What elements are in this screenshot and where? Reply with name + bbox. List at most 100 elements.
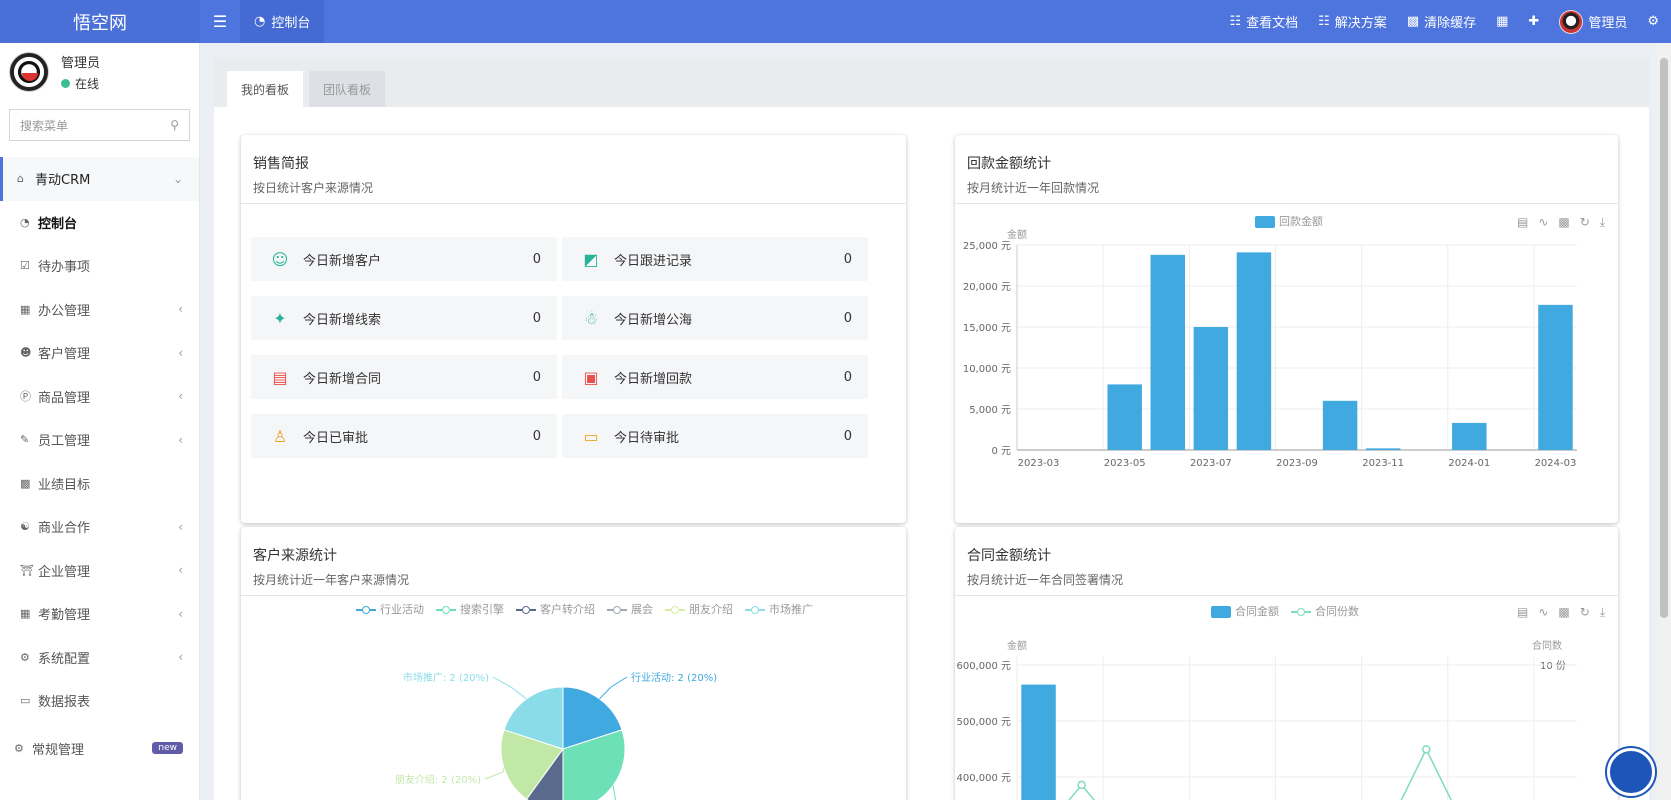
source-panel: 客户来源统计 按月统计近一年客户来源情况 行业活动 搜索引擎 客户转介绍 展会 朋友介绍… [241,527,906,800]
sidebar-item-dashboard[interactable]: ◔ 控制台 [0,201,199,245]
chevron-left-icon: ‹ [178,389,183,404]
contract-panel: 合同金额统计 按月统计近一年合同签署情况 合同金额 合同份数 ▤ ∿ ▩ ↻ ⤓… [955,527,1618,800]
stat-value: 0 [532,310,541,326]
search-input[interactable]: 搜索菜单 ⚲ [9,109,190,141]
chevron-left-icon: ‹ [178,606,183,621]
bar [1236,252,1272,450]
refresh-icon[interactable]: ↻ [1580,605,1590,620]
stat-label: 今日已审批 [303,430,369,446]
chevron-left-icon: ‹ [178,302,183,317]
legend-item[interactable]: 市场推广 [745,601,813,617]
followup-icon: ◩ [583,249,599,269]
stat-card: ☃ 今日新增公海 0 [562,296,868,340]
x-tick-label: 2024-01 [1448,458,1490,469]
sidebar-item-attendance[interactable]: ▦ 考勤管理 ‹ [0,592,199,636]
legend-item[interactable]: 搜索引擎 [436,601,504,617]
user-panel: 管理员 在线 [0,43,199,101]
clear-cache-link[interactable]: ▩ 清除缓存 [1397,0,1486,43]
legend-swatch [356,606,376,614]
x-tick-label: 2023-11 [1362,458,1404,469]
legend-item[interactable]: 合同金额 [1211,603,1279,619]
sidebar-item-system[interactable]: ⚙ 系统配置 ‹ [0,636,199,680]
data-view-icon[interactable]: ▤ [1517,605,1528,620]
legend-label: 搜索引擎 [460,603,504,616]
bank-icon: ⛩ [20,563,34,577]
sidebar-item-office[interactable]: ▦ 办公管理 ‹ [0,288,199,332]
count-point [1077,780,1086,790]
panel-subtitle: 按月统计近一年回款情况 [967,181,1100,195]
solutions-link[interactable]: ☷ 解决方案 [1308,0,1397,43]
sidebar-item-enterprise[interactable]: ⛩ 企业管理 ‹ [0,549,199,593]
sidebar-item-staff[interactable]: ✎ 员工管理 ‹ [0,418,199,462]
sidebar-item-todo[interactable]: ☑ 待办事项 [0,244,199,288]
sitemap-icon: ☷ [1229,14,1242,29]
legend-item[interactable]: 展会 [607,601,653,617]
tab-my-board[interactable]: 我的看板 [227,71,304,107]
y-axis-label: 金额 [1007,639,1027,652]
chevron-left-icon: ‹ [178,563,183,578]
fullscreen-icon[interactable]: ✚ [1518,0,1549,43]
pie-label-line [492,676,527,700]
settings-gears-icon[interactable]: ⚙ [1637,0,1671,43]
search-icon[interactable]: ⚲ [170,118,179,132]
sidebar-item-reports[interactable]: ▭ 数据报表 [0,679,199,723]
x-tick-label: 2023-05 [1104,458,1146,469]
stat-label: 今日待审批 [614,430,680,446]
chevron-down-icon: ⌄ [172,171,183,186]
pie-label: 行业活动: 2 (20%) [631,671,717,684]
chart-legend[interactable]: 合同金额 合同份数 [1211,603,1359,619]
legend-swatch [607,606,627,614]
legend-swatch [516,606,536,614]
stat-label: 今日新增回款 [614,371,693,387]
x-tick-label: 2023-03 [1018,458,1060,469]
sidebar-item-products[interactable]: Ⓟ 商品管理 ‹ [0,375,199,419]
contract-icon: ▤ [272,367,288,387]
user-status: 在线 [61,75,100,92]
pie-label: 朋友介绍: 2 (20%) [395,773,481,786]
scrollbar-thumb[interactable] [1660,58,1668,618]
bar [1452,422,1487,450]
page-scrollbar[interactable] [1657,43,1671,800]
sidebar-item-general[interactable]: ⚙ 常规管理 new [0,727,199,771]
y-tick-label: 25,000 元 [963,241,1011,252]
avatar [9,52,49,92]
tab-team-board[interactable]: 团队看板 [309,71,386,107]
stat-label: 今日新增客户 [303,253,382,269]
brush-icon: ✎ [20,433,30,447]
legend-swatch [1291,608,1311,616]
divider [955,203,1618,204]
user-menu[interactable]: 管理员 [1549,0,1637,43]
top-tab-dashboard[interactable]: ◔ 控制台 [240,0,325,43]
legend-item[interactable]: 客户转介绍 [516,601,595,617]
download-icon[interactable]: ⤓ [1600,605,1605,620]
brand-logo[interactable]: 悟空网 [0,0,200,43]
sidebar-item-crm[interactable]: ⌂ 青动CRM ⌄ [0,157,199,201]
contract-combo-chart: 金额 合同数 10 份 400,000 元 500,000 元 600,000 元 [956,639,1577,800]
x-tick-label: 2023-09 [1276,458,1318,469]
stat-value: 0 [843,310,852,326]
docs-link[interactable]: ☷ 查看文档 [1219,0,1308,43]
divider [241,203,906,204]
chart-legend[interactable]: 行业活动 搜索引擎 客户转介绍 展会 朋友介绍 市场推广 [356,601,813,617]
sidebar-item-customers[interactable]: ☻ 客户管理 ‹ [0,331,199,375]
sidebar-item-targets[interactable]: ▩ 业绩目标 [0,462,199,506]
legend-label: 市场推广 [769,603,813,616]
chart-toolbox: ▤ ∿ ▩ ↻ ⤓ [1517,605,1605,620]
sidebar-item-cooperation[interactable]: ☯ 商业合作 ‹ [0,505,199,549]
panel-subtitle: 按月统计近一年合同签署情况 [967,573,1124,587]
legend-item[interactable]: 朋友介绍 [665,601,733,617]
bar-chart-icon[interactable]: ▩ [1558,605,1569,620]
menu-toggle-icon[interactable]: ☰ [200,0,240,43]
handshake-icon: ☯ [20,520,30,534]
legend-swatch [665,606,685,614]
divider [241,595,906,596]
pie-label: 市场推广: 2 (20%) [403,671,489,684]
product-icon: Ⓟ [20,390,31,404]
translate-icon[interactable]: ▦ [1486,0,1518,43]
pin-icon: ✦ [273,308,287,328]
laptop-icon: ▭ [20,694,31,708]
legend-item[interactable]: 行业活动 [356,601,424,617]
y2-axis-label: 合同数 [1532,639,1562,652]
line-chart-icon[interactable]: ∿ [1538,605,1548,620]
legend-item[interactable]: 合同份数 [1291,603,1359,619]
